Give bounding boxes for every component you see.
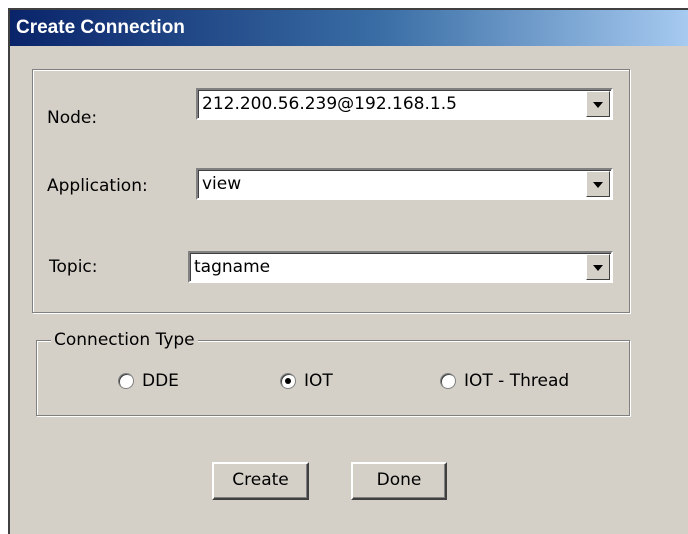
topic-value: tagname xyxy=(194,257,271,277)
radio-label-iot: IOT xyxy=(304,371,333,391)
topic-label: Topic: xyxy=(49,257,98,277)
title-bar[interactable]: Create Connection xyxy=(10,10,688,46)
radio-label-iot-thread: IOT - Thread xyxy=(464,371,570,391)
radio-iot[interactable]: IOT xyxy=(280,371,370,393)
application-label: Application: xyxy=(47,176,148,196)
create-button[interactable]: Create xyxy=(212,462,309,500)
radio-selected-dot xyxy=(285,378,291,384)
topic-combobox[interactable]: tagname xyxy=(188,251,613,283)
done-button[interactable]: Done xyxy=(351,462,447,500)
node-value: 212.200.56.239@192.168.1.5 xyxy=(202,94,457,114)
chevron-down-icon xyxy=(593,102,603,108)
topic-dropdown-button[interactable] xyxy=(586,254,610,280)
node-label: Node: xyxy=(47,108,98,128)
node-combobox[interactable]: 212.200.56.239@192.168.1.5 xyxy=(196,88,613,120)
radio-iot-thread[interactable]: IOT - Thread xyxy=(440,371,600,393)
chevron-down-icon xyxy=(593,182,603,188)
radio-dde[interactable]: DDE xyxy=(118,371,208,393)
application-dropdown-button[interactable] xyxy=(586,171,610,197)
application-value: view xyxy=(202,174,242,194)
window-title: Create Connection xyxy=(16,17,185,38)
node-dropdown-button[interactable] xyxy=(586,91,610,117)
radio-button-iot[interactable] xyxy=(280,373,296,389)
application-combobox[interactable]: view xyxy=(196,168,613,200)
radio-label-dde: DDE xyxy=(142,371,179,391)
create-connection-dialog: Create Connection Node: 212.200.56.239@1… xyxy=(8,8,688,534)
radio-button-iot-thread[interactable] xyxy=(440,373,456,389)
connection-type-legend: Connection Type xyxy=(51,330,198,350)
radio-button-dde[interactable] xyxy=(118,373,134,389)
chevron-down-icon xyxy=(593,265,603,271)
